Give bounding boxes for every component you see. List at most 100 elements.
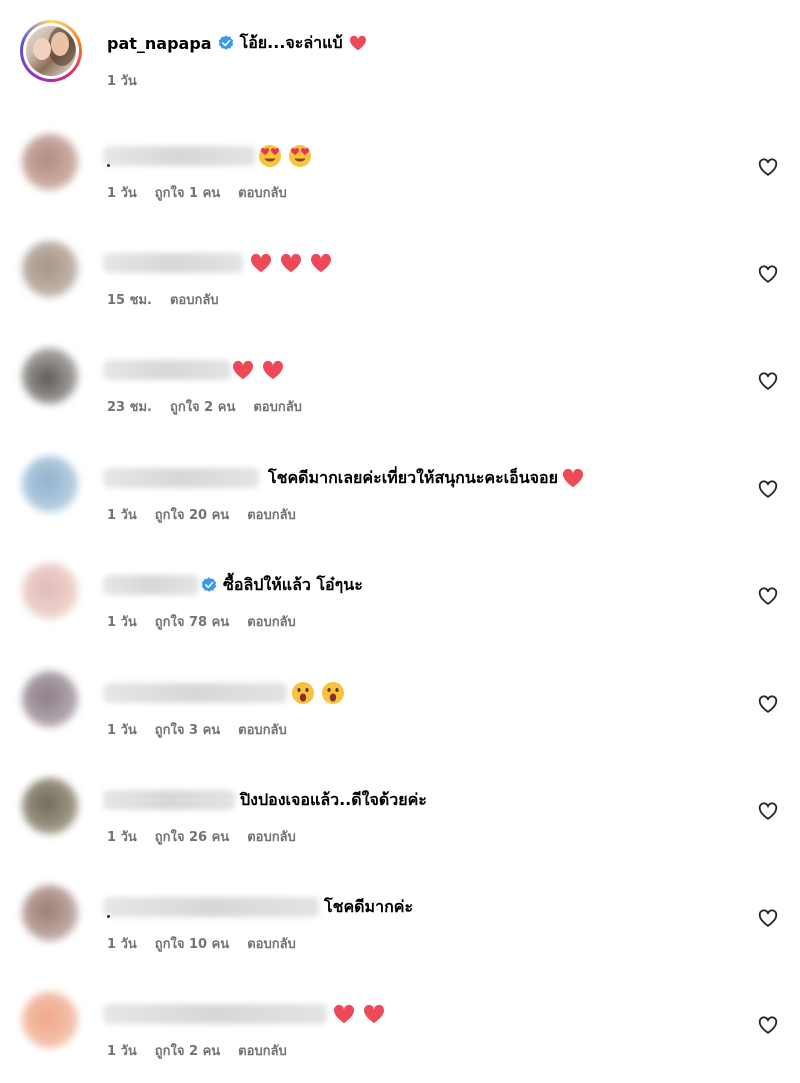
reply-button[interactable]: ตอบกลับ bbox=[238, 186, 287, 201]
reply-button[interactable]: ตอบกลับ bbox=[247, 615, 296, 630]
red-heart-emoji-icon bbox=[262, 360, 284, 380]
comment-row: โชคดีมากค่ะ 1 วัน ถูกใจ 10 คน ตอบกลับ bbox=[0, 869, 800, 976]
post-caption: pat_napapa โอ้ย...จะล่าแบ้ 1 วัน bbox=[0, 0, 800, 110]
comment-timestamp: 1 วัน bbox=[107, 186, 137, 201]
username-redacted[interactable] bbox=[103, 360, 231, 380]
comment-body bbox=[333, 1001, 393, 1027]
comment-body: ปิงปองเจอแล้ว..ดีใจด้วยค่ะ bbox=[240, 787, 431, 813]
reply-button[interactable]: ตอบกลับ bbox=[253, 400, 302, 415]
like-count[interactable]: ถูกใจ 2 คน bbox=[155, 1044, 220, 1059]
comment-timestamp: 1 วัน bbox=[107, 508, 137, 523]
username-redacted[interactable] bbox=[103, 468, 259, 488]
comment-meta: 1 วัน ถูกใจ 10 คน ตอบกลับ bbox=[107, 933, 314, 954]
avatar[interactable] bbox=[22, 348, 78, 404]
comment-row: 15 ชม. ตอบกลับ bbox=[0, 225, 800, 332]
verified-badge-icon bbox=[201, 577, 217, 592]
like-count[interactable]: ถูกใจ 26 คน bbox=[155, 830, 229, 845]
astonished-face-emoji-icon bbox=[292, 682, 314, 704]
like-count[interactable]: ถูกใจ 10 คน bbox=[155, 937, 229, 952]
username-redacted[interactable] bbox=[103, 1004, 327, 1024]
caption-text: โอ้ย...จะล่าแบ้ bbox=[239, 32, 343, 52]
reply-button[interactable]: ตอบกลับ bbox=[247, 830, 296, 845]
comment-text: โชคดีมากเลยค่ะเที่ยวให้สนุกนะคะเอ็นจอย bbox=[268, 467, 559, 487]
reply-button[interactable]: ตอบกลับ bbox=[247, 937, 296, 952]
reply-button[interactable]: ตอบกลับ bbox=[170, 293, 219, 308]
comment-body: โชคดีมากเลยค่ะเที่ยวให้สนุกนะคะเอ็นจอย bbox=[268, 465, 592, 491]
heart-outline-icon[interactable] bbox=[757, 370, 779, 392]
comment-row: 1 วัน ถูกใจ 2 คน ตอบกลับ bbox=[0, 976, 800, 1083]
username-redacted[interactable] bbox=[103, 790, 235, 810]
heart-eyes-emoji-icon bbox=[289, 145, 311, 167]
heart-outline-icon[interactable] bbox=[757, 156, 779, 178]
astonished-face-emoji-icon bbox=[322, 682, 344, 704]
comment-timestamp: 15 ชม. bbox=[107, 293, 152, 308]
comment-meta: 23 ชม. ถูกใจ 2 คน ตอบกลับ bbox=[107, 396, 320, 417]
comment-timestamp: 1 วัน bbox=[107, 723, 137, 738]
reply-button[interactable]: ตอบกลับ bbox=[238, 723, 287, 738]
username-redacted[interactable] bbox=[103, 146, 255, 166]
heart-outline-icon[interactable] bbox=[757, 478, 779, 500]
comment-text: ปิงปองเจอแล้ว..ดีใจด้วยค่ะ bbox=[240, 789, 427, 809]
red-heart-emoji-icon bbox=[363, 1004, 385, 1024]
username-redacted[interactable] bbox=[103, 683, 287, 703]
comment-timestamp: 1 วัน bbox=[107, 615, 137, 630]
red-heart-emoji-icon bbox=[563, 468, 584, 488]
avatar[interactable] bbox=[22, 671, 78, 727]
comment-row: ซื้อลิปให้แล้ว โอ๋ๆนะ 1 วัน ถูกใจ 78 คน ตอบ… bbox=[0, 547, 800, 654]
avatar[interactable] bbox=[22, 992, 78, 1048]
avatar[interactable] bbox=[22, 885, 78, 941]
heart-outline-icon[interactable] bbox=[757, 263, 779, 285]
avatar[interactable] bbox=[22, 563, 78, 619]
username-redacted[interactable] bbox=[103, 575, 199, 595]
comment-meta: 15 ชม. ตอบกลับ bbox=[107, 289, 237, 310]
comment-text: ซื้อลิปให้แล้ว โอ๋ๆนะ bbox=[223, 574, 363, 594]
comment-body bbox=[258, 143, 318, 169]
comment-body: โชคดีมากค่ะ bbox=[324, 894, 417, 920]
comment-meta: 1 วัน ถูกใจ 1 คน ตอบกลับ bbox=[107, 182, 305, 203]
comment-timestamp: 23 ชม. bbox=[107, 400, 152, 415]
comment-row: 1 วัน ถูกใจ 3 คน ตอบกลับ bbox=[0, 655, 800, 762]
avatar[interactable] bbox=[22, 241, 78, 297]
avatar[interactable] bbox=[22, 456, 78, 512]
heart-outline-icon[interactable] bbox=[757, 800, 779, 822]
comment-meta: 1 วัน ถูกใจ 26 คน ตอบกลับ bbox=[107, 826, 314, 847]
red-heart-emoji-icon bbox=[310, 253, 332, 273]
comment-row: 23 ชม. ถูกใจ 2 คน ตอบกลับ bbox=[0, 332, 800, 439]
comment-timestamp: 1 วัน bbox=[107, 937, 137, 952]
avatar[interactable] bbox=[22, 134, 78, 190]
heart-outline-icon[interactable] bbox=[757, 1014, 779, 1036]
comment-meta: 1 วัน ถูกใจ 3 คน ตอบกลับ bbox=[107, 719, 305, 740]
username-redacted[interactable] bbox=[103, 897, 319, 917]
like-count[interactable]: ถูกใจ 1 คน bbox=[155, 186, 220, 201]
heart-outline-icon[interactable] bbox=[757, 585, 779, 607]
like-count[interactable]: ถูกใจ 2 คน bbox=[170, 400, 235, 415]
heart-outline-icon[interactable] bbox=[757, 693, 779, 715]
caption-line: pat_napapa โอ้ย...จะล่าแบ้ bbox=[107, 31, 367, 55]
story-ring-avatar[interactable] bbox=[20, 20, 82, 82]
avatar[interactable] bbox=[22, 778, 78, 834]
username-link[interactable]: pat_napapa bbox=[107, 34, 212, 53]
red-heart-emoji-icon bbox=[250, 253, 272, 273]
comment-timestamp: 1 วัน bbox=[107, 1044, 137, 1059]
comment-body bbox=[250, 250, 340, 276]
post-timestamp: 1 วัน bbox=[107, 74, 137, 89]
like-count[interactable]: ถูกใจ 20 คน bbox=[155, 508, 229, 523]
comment-body bbox=[232, 357, 292, 383]
like-count[interactable]: ถูกใจ 3 คน bbox=[155, 723, 220, 738]
comment-meta: 1 วัน ถูกใจ 78 คน ตอบกลับ bbox=[107, 611, 314, 632]
reply-button[interactable]: ตอบกลับ bbox=[238, 1044, 287, 1059]
verified-badge-icon bbox=[218, 35, 233, 50]
like-count[interactable]: ถูกใจ 78 คน bbox=[155, 615, 229, 630]
username-redacted[interactable] bbox=[103, 253, 243, 273]
heart-eyes-emoji-icon bbox=[259, 145, 281, 167]
comment-body bbox=[291, 680, 351, 706]
red-heart-emoji-icon bbox=[333, 1004, 355, 1024]
comments-feed: pat_napapa โอ้ย...จะล่าแบ้ 1 วัน 1 วันถู… bbox=[0, 0, 800, 1063]
comment-row: ปิงปองเจอแล้ว..ดีใจด้วยค่ะ 1 วัน ถูกใจ 26 … bbox=[0, 762, 800, 869]
red-heart-emoji-icon bbox=[232, 360, 254, 380]
comment-body: ซื้อลิปให้แล้ว โอ๋ๆนะ bbox=[201, 572, 367, 598]
comment-meta: 1 วัน ถูกใจ 2 คน ตอบกลับ bbox=[107, 1040, 305, 1061]
comment-timestamp: 1 วัน bbox=[107, 830, 137, 845]
heart-outline-icon[interactable] bbox=[757, 907, 779, 929]
reply-button[interactable]: ตอบกลับ bbox=[247, 508, 296, 523]
